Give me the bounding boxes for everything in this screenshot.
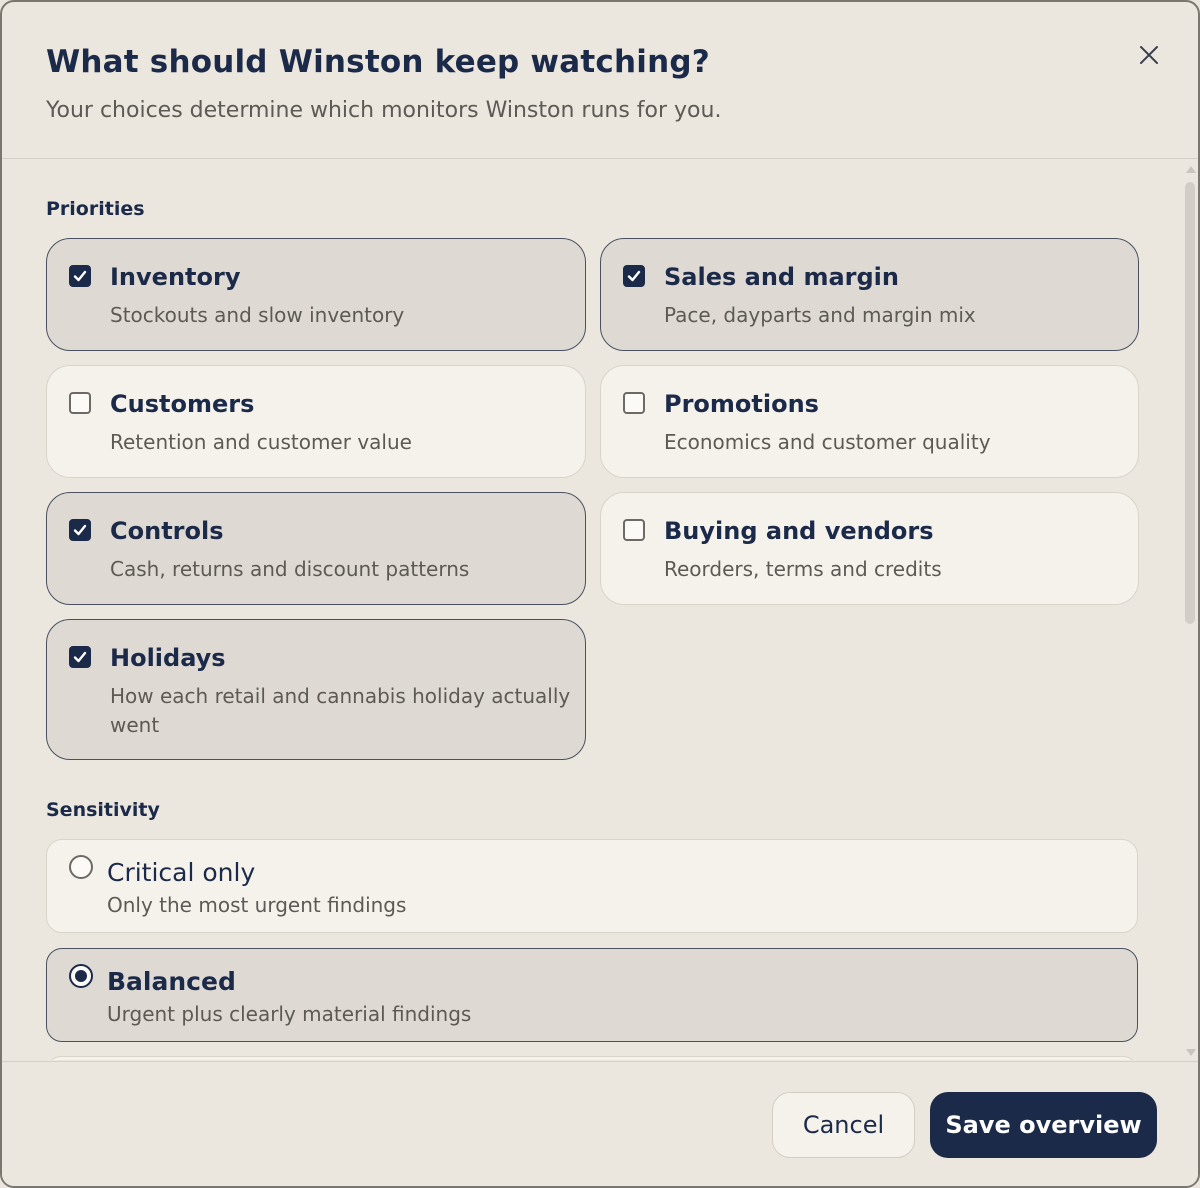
cancel-button[interactable]: Cancel bbox=[772, 1092, 915, 1158]
priority-description: Economics and customer quality bbox=[664, 430, 991, 454]
sensitivity-option-title: Balanced bbox=[107, 967, 236, 996]
checkmark-icon bbox=[73, 270, 87, 282]
priority-card-promotions[interactable]: Promotions Economics and customer qualit… bbox=[600, 365, 1139, 478]
priority-card-customers[interactable]: Customers Retention and customer value bbox=[46, 365, 586, 478]
save-overview-button[interactable]: Save overview bbox=[930, 1092, 1157, 1158]
priority-card-buying-and-vendors[interactable]: Buying and vendors Reorders, terms and c… bbox=[600, 492, 1139, 605]
sensitivity-label: Sensitivity bbox=[46, 799, 160, 821]
scroll-down-arrow-icon[interactable] bbox=[1186, 1049, 1196, 1056]
priorities-label: Priorities bbox=[46, 198, 145, 220]
dialog-subtitle: Your choices determine which monitors Wi… bbox=[46, 98, 722, 123]
priority-description: Retention and customer value bbox=[110, 430, 412, 454]
balanced-radio[interactable] bbox=[69, 964, 93, 988]
radio-selected-dot bbox=[75, 970, 87, 982]
buying-and-vendors-checkbox[interactable] bbox=[623, 519, 645, 541]
priority-title: Promotions bbox=[664, 390, 819, 418]
priority-card-controls[interactable]: Controls Cash, returns and discount patt… bbox=[46, 492, 586, 605]
priority-description: Stockouts and slow inventory bbox=[110, 303, 405, 327]
priority-title: Controls bbox=[110, 517, 224, 545]
dialog-header: What should Winston keep watching? Your … bbox=[2, 2, 1198, 159]
controls-checkbox[interactable] bbox=[69, 519, 91, 541]
priority-description: How each retail and cannabis holiday act… bbox=[110, 684, 571, 737]
inventory-checkbox[interactable] bbox=[69, 265, 91, 287]
scrollbar-thumb[interactable] bbox=[1185, 182, 1195, 624]
promotions-checkbox[interactable] bbox=[623, 392, 645, 414]
close-button[interactable] bbox=[1132, 38, 1166, 72]
priority-description: Pace, dayparts and margin mix bbox=[664, 303, 976, 327]
priority-title: Inventory bbox=[110, 263, 241, 291]
checkmark-icon bbox=[73, 524, 87, 536]
sensitivity-option-partial[interactable] bbox=[46, 1056, 1138, 1060]
checkmark-icon bbox=[73, 651, 87, 663]
dialog-body: Priorities Inventory Stockouts and slow … bbox=[2, 160, 1198, 1060]
priority-title: Customers bbox=[110, 390, 255, 418]
sensitivity-option-title: Critical only bbox=[107, 858, 256, 887]
dialog-title: What should Winston keep watching? bbox=[46, 44, 710, 80]
scroll-up-arrow-icon[interactable] bbox=[1186, 166, 1196, 173]
sensitivity-option-description: Only the most urgent findings bbox=[107, 893, 407, 917]
dialog-footer: Cancel Save overview bbox=[2, 1061, 1198, 1186]
watch-settings-dialog: What should Winston keep watching? Your … bbox=[0, 0, 1200, 1188]
customers-checkbox[interactable] bbox=[69, 392, 91, 414]
priority-card-inventory[interactable]: Inventory Stockouts and slow inventory bbox=[46, 238, 586, 351]
critical-only-radio[interactable] bbox=[69, 855, 93, 879]
priority-description: Cash, returns and discount patterns bbox=[110, 557, 470, 581]
priority-card-sales-and-margin[interactable]: Sales and margin Pace, dayparts and marg… bbox=[600, 238, 1139, 351]
close-icon bbox=[1140, 46, 1158, 64]
checkmark-icon bbox=[627, 270, 641, 282]
priority-title: Buying and vendors bbox=[664, 517, 934, 545]
priority-title: Holidays bbox=[110, 644, 226, 672]
priority-card-holidays[interactable]: Holidays How each retail and cannabis ho… bbox=[46, 619, 586, 760]
priority-description: Reorders, terms and credits bbox=[664, 557, 942, 581]
holidays-checkbox[interactable] bbox=[69, 646, 91, 668]
sales-and-margin-checkbox[interactable] bbox=[623, 265, 645, 287]
sensitivity-option-balanced[interactable]: Balanced Urgent plus clearly material fi… bbox=[46, 948, 1138, 1042]
sensitivity-option-description: Urgent plus clearly material findings bbox=[107, 1002, 472, 1026]
priority-title: Sales and margin bbox=[664, 263, 899, 291]
sensitivity-option-critical-only[interactable]: Critical only Only the most urgent findi… bbox=[46, 839, 1138, 933]
